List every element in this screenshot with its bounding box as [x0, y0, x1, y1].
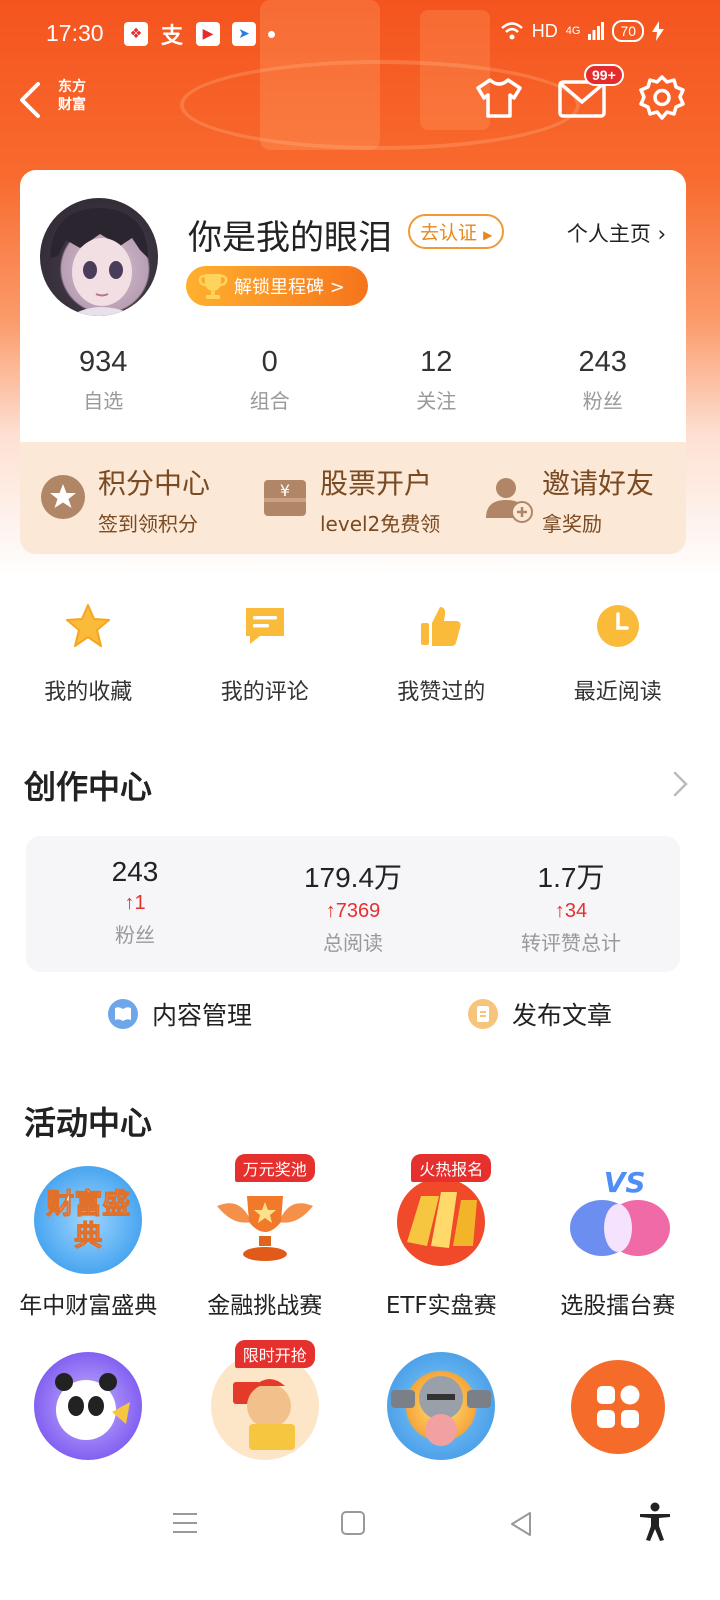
tshirt-icon[interactable] [474, 74, 524, 120]
battery-level: 70 [612, 20, 644, 42]
book-icon [107, 999, 138, 1029]
publish-article-button[interactable]: 发布文章 [360, 996, 720, 1032]
more-notifications-dot [268, 31, 275, 38]
profile-stats: 934 自选 0 组合 12 关注 243 粉丝 [20, 346, 686, 414]
stat-following[interactable]: 12 关注 [353, 346, 520, 414]
send-notification-icon: ➤ [232, 22, 256, 46]
verify-button[interactable]: 去认证 ▶ [408, 214, 505, 249]
status-bar: 17:30 ❖ 支 ▶ ➤ HD 4G 70 [0, 0, 720, 70]
limited-time-tag: 限时开抢 [234, 1340, 315, 1368]
activity-item-6[interactable]: 限时开抢 [177, 1340, 354, 1472]
star-icon [66, 604, 111, 647]
milestone-button[interactable]: 解锁里程碑 > [186, 266, 368, 306]
knight-mascot-icon [387, 1352, 496, 1460]
up-arrow-icon: ↑ [554, 900, 565, 922]
home-square-icon[interactable] [340, 1510, 366, 1536]
trophy-icon [198, 274, 228, 299]
creation-center-title: 创作中心 [24, 768, 153, 806]
creation-stat-followers[interactable]: 243 ↑1 粉丝 [26, 836, 244, 972]
alipay-notification-icon: 支 [160, 24, 183, 49]
stat-watchlist[interactable]: 934 自选 [20, 346, 187, 414]
comment-icon [245, 608, 284, 644]
panda-mascot-icon [34, 1352, 143, 1460]
network-label: HD [531, 20, 558, 41]
homepage-link[interactable]: 个人主页 › [567, 218, 666, 248]
activity-item-finance-challenge[interactable]: 万元奖池 金融挑战赛 [177, 1154, 354, 1320]
accessibility-icon[interactable] [638, 1502, 672, 1542]
grid-apps-icon [570, 1360, 665, 1454]
stat-followers[interactable]: 243 粉丝 [520, 346, 687, 414]
creation-stat-reads[interactable]: 179.4万 ↑7369 总阅读 [244, 836, 462, 972]
activity-item-etf-contest[interactable]: 火热报名 ETF实盘赛 [353, 1154, 530, 1320]
avatar[interactable] [40, 198, 158, 316]
my-favorites-shortcut[interactable]: 我的收藏 [0, 600, 177, 706]
status-right: HD 4G 70 [500, 20, 664, 42]
recent-reading-shortcut[interactable]: 最近阅读 [530, 600, 707, 706]
svg-text:¥: ¥ [280, 481, 290, 500]
wealth-gala-badge-icon: 财富盛典 [34, 1166, 143, 1274]
fortune-god-icon: 限时开抢 [210, 1340, 319, 1460]
yuan-box-icon: ¥ [264, 480, 306, 516]
content-management-button[interactable]: 内容管理 [0, 996, 360, 1032]
video-notification-icon: ▶ [196, 22, 220, 46]
versus-gloves-icon: VS [564, 1166, 672, 1274]
app-notification-icon: ❖ [124, 22, 148, 46]
activity-item-7[interactable] [353, 1352, 530, 1472]
star-medal-icon [41, 475, 85, 519]
activity-row-1: 财富盛典 年中财富盛典 万元奖池 金融挑战赛 火热报名 ETF实盘赛 VS 选股… [0, 1154, 707, 1320]
vs-label: VS [603, 1166, 646, 1199]
stat-portfolio[interactable]: 0 组合 [187, 346, 354, 414]
back-icon[interactable] [16, 78, 44, 122]
prize-pool-tag: 万元奖池 [234, 1154, 315, 1182]
stock-account-entry[interactable]: ¥ 股票开户 level2免费领 [242, 442, 464, 554]
gold-bars-icon: 火热报名 [387, 1154, 495, 1274]
activity-item-wealth-gala[interactable]: 财富盛典 年中财富盛典 [0, 1166, 177, 1320]
my-likes-shortcut[interactable]: 我赞过的 [353, 600, 530, 706]
charging-icon [652, 21, 664, 41]
thumbs-up-icon [421, 607, 461, 646]
trophy-wings-icon: 万元奖池 [211, 1154, 319, 1274]
creation-stat-interactions[interactable]: 1.7万 ↑34 转评赞总计 [462, 836, 680, 972]
creation-actions: 内容管理 发布文章 [0, 996, 720, 1032]
hot-signup-tag: 火热报名 [411, 1154, 492, 1182]
menu-icon[interactable] [172, 1512, 198, 1534]
settings-gear-icon[interactable] [638, 74, 686, 122]
username: 你是我的眼泪 [188, 218, 392, 258]
up-arrow-icon: ↑ [325, 900, 336, 922]
mail-badge: 99+ [584, 64, 624, 86]
clock-icon [596, 605, 639, 647]
activity-row-2: 限时开抢 [0, 1340, 707, 1472]
signal-label: 4G [565, 25, 581, 37]
activity-item-stock-arena[interactable]: VS 选股擂台赛 [530, 1166, 707, 1320]
avatar-illustration [50, 208, 148, 316]
points-center-entry[interactable]: 积分中心 签到领积分 [20, 442, 242, 554]
back-triangle-icon[interactable] [508, 1510, 534, 1538]
chevron-right-icon[interactable] [672, 770, 690, 798]
brand-logo: 东方 财富 [58, 79, 86, 113]
up-arrow-icon: ↑ [124, 892, 135, 914]
add-user-icon [486, 478, 533, 523]
signal-bars-icon [588, 22, 605, 40]
profile-card: 你是我的眼泪 去认证 ▶ 个人主页 › 解锁里程碑 > 934 自选 0 组合 … [20, 170, 686, 442]
invite-friends-entry[interactable]: 邀请好友 拿奖励 [464, 442, 686, 554]
document-icon [467, 999, 498, 1029]
view-all-activities[interactable] [530, 1352, 707, 1472]
status-time: 17:30 [46, 20, 104, 46]
quick-entries: 积分中心 签到领积分 ¥ 股票开户 level2免费领 邀请好友 拿奖励 [20, 442, 686, 554]
my-comments-shortcut[interactable]: 我的评论 [177, 600, 354, 706]
wifi-icon [500, 22, 523, 40]
notification-icons: ❖ 支 ▶ ➤ [124, 22, 275, 49]
activity-center-title: 活动中心 [24, 1104, 153, 1142]
play-arrow-icon: ▶ [483, 228, 493, 242]
activity-item-5[interactable] [0, 1352, 177, 1472]
shortcut-row: 我的收藏 我的评论 我赞过的 最近阅读 [0, 600, 706, 706]
creation-stats: 243 ↑1 粉丝 179.4万 ↑7369 总阅读 1.7万 ↑34 转评赞总… [26, 836, 680, 972]
system-nav-bar [0, 1480, 720, 1600]
